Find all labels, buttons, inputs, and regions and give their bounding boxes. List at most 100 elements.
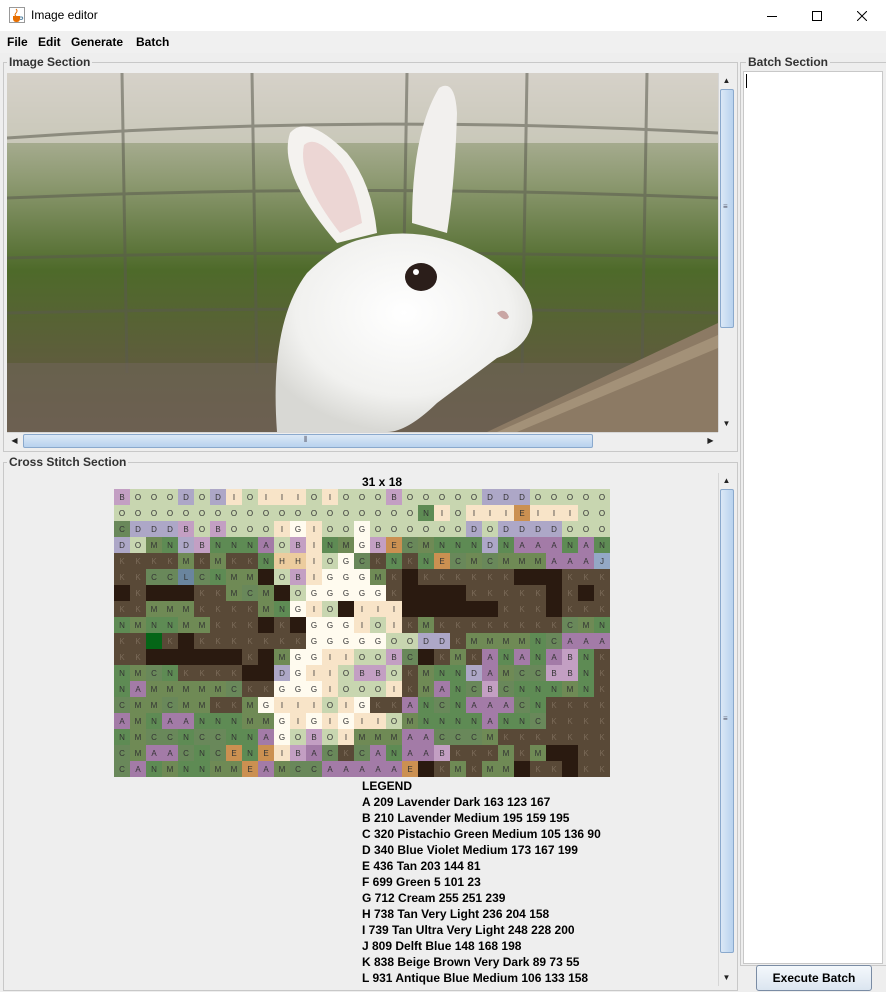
svg-text:N: N	[599, 541, 605, 550]
close-button[interactable]	[839, 0, 885, 31]
stitch-cell: C	[162, 697, 179, 714]
stitch-cell: I	[562, 505, 579, 522]
stitch-cell: M	[258, 713, 275, 730]
stitch-cell: K	[210, 617, 227, 634]
image-hscroll-thumb[interactable]: ⦀	[23, 434, 593, 448]
svg-text:K: K	[551, 733, 557, 742]
stitch-cell: G	[306, 713, 323, 730]
stitch-cell: I	[322, 649, 339, 666]
image-vscroll-thumb[interactable]: ≡	[720, 89, 734, 328]
svg-text:C: C	[519, 701, 525, 710]
stitch-cell: A	[130, 761, 147, 777]
legend-item: G 712 Cream 255 251 239	[362, 891, 506, 905]
minimize-button[interactable]	[749, 0, 795, 31]
stitch-cell: K	[562, 729, 579, 746]
svg-text:O: O	[487, 525, 493, 534]
svg-text:D: D	[551, 525, 557, 534]
stitch-cell: K	[498, 601, 515, 618]
scroll-down-arrow-icon[interactable]: ▼	[719, 970, 734, 985]
svg-text:N: N	[231, 717, 237, 726]
menu-edit[interactable]: Edit	[38, 35, 61, 49]
svg-text:I: I	[393, 621, 395, 630]
stitch-cell: A	[402, 697, 419, 714]
svg-text:N: N	[167, 621, 173, 630]
stitch-cell	[482, 601, 499, 618]
scroll-up-arrow-icon[interactable]: ▲	[719, 473, 734, 488]
batch-text-area[interactable]	[743, 71, 883, 964]
stitch-cell: A	[418, 745, 435, 762]
text-caret	[746, 74, 747, 88]
scroll-down-arrow-icon[interactable]: ▼	[719, 416, 734, 431]
svg-text:N: N	[455, 541, 461, 550]
stitch-cell: O	[402, 633, 419, 650]
menu-file[interactable]: File	[7, 35, 28, 49]
stitch-cell: M	[482, 761, 499, 777]
menu-generate[interactable]: Generate	[71, 35, 123, 49]
stitch-cell: K	[594, 585, 610, 602]
scroll-right-arrow-icon[interactable]: ▶	[703, 433, 718, 448]
svg-text:K: K	[279, 637, 285, 646]
svg-text:K: K	[599, 765, 605, 774]
stitch-cell: O	[338, 665, 355, 682]
svg-text:C: C	[471, 733, 477, 742]
stitch-cell: K	[386, 585, 403, 602]
svg-text:I: I	[329, 685, 331, 694]
stitch-cell: I	[338, 649, 355, 666]
stitch-cell: M	[418, 681, 435, 698]
stitch-cell: A	[578, 633, 595, 650]
stitch-cell: E	[258, 745, 275, 762]
stitch-cell: B	[562, 665, 579, 682]
svg-text:N: N	[423, 557, 429, 566]
stitch-cell: G	[306, 585, 323, 602]
svg-text:O: O	[135, 493, 141, 502]
stitch-cell: K	[210, 585, 227, 602]
svg-text:M: M	[247, 573, 254, 582]
maximize-button[interactable]	[794, 0, 840, 31]
stitch-cell: M	[258, 585, 275, 602]
stitch-cell	[418, 601, 435, 618]
svg-text:A: A	[183, 717, 189, 726]
svg-text:G: G	[327, 621, 333, 630]
stitch-cell: M	[146, 697, 163, 714]
stitch-cell: M	[194, 681, 211, 698]
stitch-cell: A	[258, 761, 275, 777]
execute-batch-button[interactable]: Execute Batch	[756, 965, 872, 991]
stitch-cell: O	[322, 505, 339, 522]
svg-text:I: I	[537, 509, 539, 518]
cross-stitch-vscroll-thumb[interactable]: ≡	[720, 489, 734, 953]
svg-text:D: D	[135, 525, 141, 534]
svg-text:K: K	[215, 669, 221, 678]
legend-item: F 699 Green 5 101 23	[362, 875, 481, 889]
svg-text:N: N	[423, 509, 429, 518]
svg-text:K: K	[535, 589, 541, 598]
stitch-cell: K	[114, 553, 131, 570]
svg-text:H: H	[295, 557, 301, 566]
stitch-cell: C	[322, 745, 339, 762]
image-hscrollbar[interactable]: ◀ ⦀ ▶	[7, 432, 718, 449]
svg-text:B: B	[295, 573, 300, 582]
svg-text:M: M	[263, 605, 270, 614]
stitch-cell: A	[354, 761, 371, 777]
legend-item: H 738 Tan Very Light 236 204 158	[362, 907, 550, 921]
svg-text:O: O	[599, 493, 605, 502]
svg-text:K: K	[503, 733, 509, 742]
stitch-cell: N	[594, 617, 610, 634]
svg-text:O: O	[359, 685, 365, 694]
minimize-icon	[767, 15, 777, 17]
svg-text:K: K	[599, 605, 605, 614]
stitch-cell: I	[546, 505, 563, 522]
image-vscrollbar[interactable]: ▲ ≡ ▼	[718, 73, 735, 432]
stitch-cell: O	[578, 489, 595, 506]
cross-stitch-vscrollbar[interactable]: ▲ ≡ ▼	[718, 473, 735, 986]
stitch-cell	[562, 761, 579, 777]
svg-text:D: D	[487, 541, 493, 550]
stitch-cell: K	[258, 633, 275, 650]
stitch-cell: K	[162, 553, 179, 570]
scroll-up-arrow-icon[interactable]: ▲	[719, 73, 734, 88]
svg-text:O: O	[375, 509, 381, 518]
scroll-left-arrow-icon[interactable]: ◀	[7, 433, 22, 448]
svg-text:O: O	[167, 493, 173, 502]
menu-batch[interactable]: Batch	[136, 35, 169, 49]
stitch-cell	[418, 761, 435, 777]
stitch-cell: K	[546, 761, 563, 777]
